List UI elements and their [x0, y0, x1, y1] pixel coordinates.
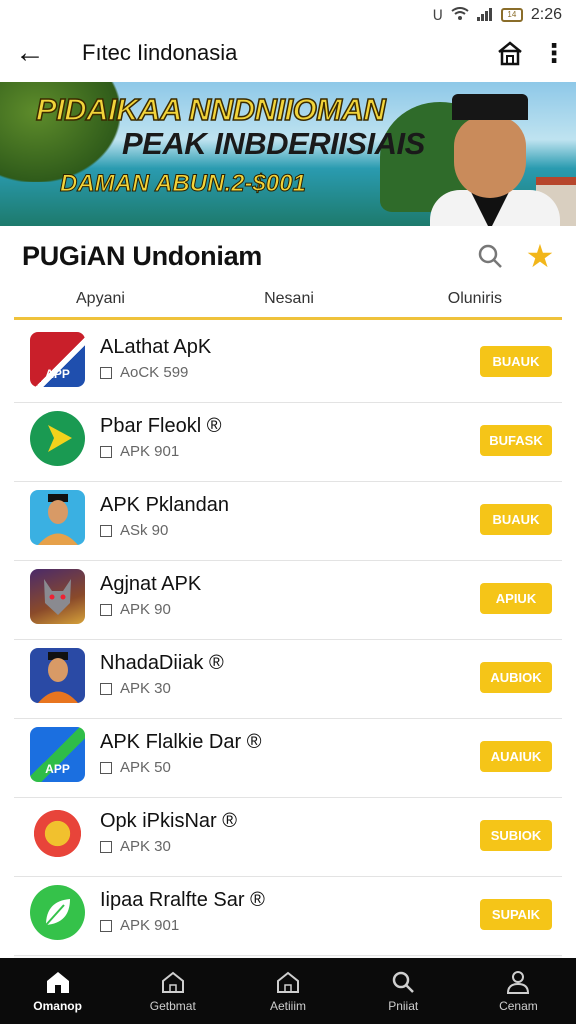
download-button[interactable]: SUBIOK	[480, 820, 552, 851]
banner-headline-1: PIDAIKAA NNDNIIOMAN	[35, 91, 386, 128]
home-icon	[46, 972, 69, 993]
nav-label: Pniiat	[388, 999, 419, 1013]
list-item[interactable]: Opk iPkisNar ® APK 30 SUBIOK	[14, 798, 562, 877]
checkbox-icon[interactable]	[100, 919, 112, 932]
app-name: APK Pklandan	[100, 494, 229, 516]
download-button[interactable]: APIUK	[480, 583, 552, 614]
nav-label: Getbmat	[149, 999, 196, 1013]
section-title: PUGiAN Undoniam	[22, 240, 263, 271]
app-meta: APK 50	[100, 759, 171, 776]
app-meta: ASk 90	[100, 522, 168, 539]
checkbox-icon[interactable]	[100, 840, 112, 853]
wifi-icon	[451, 6, 469, 24]
wolf-icon	[30, 569, 85, 624]
nav-pniiat[interactable]: Pniiat	[346, 958, 461, 1024]
banner-person-portrait	[430, 94, 560, 226]
tab-nesani[interactable]: Nesani	[218, 286, 360, 317]
profile-icon	[507, 971, 530, 994]
download-button[interactable]: BUAUK	[480, 504, 552, 535]
download-button[interactable]: AUAIUK	[480, 741, 552, 772]
home-icon	[498, 41, 522, 66]
arrow-left-icon: ←	[15, 36, 45, 69]
download-button[interactable]: SUPAIK	[480, 899, 552, 930]
app-name: Agjnat APK	[100, 573, 202, 595]
search-icon	[478, 244, 502, 268]
nav-label: Cenam	[499, 999, 538, 1013]
app-name: Opk iPkisNar ®	[100, 810, 237, 832]
app-meta: APK 90	[100, 601, 171, 618]
list-item[interactable]: NhadaDiiak ® APK 30 AUBIOK	[14, 640, 562, 719]
nav-label: Aetiiim	[270, 999, 307, 1013]
banner-headline-2: PEAK INBDERIISIAIS	[122, 126, 425, 161]
man-portrait-icon	[30, 490, 85, 545]
tab-bar: Apyani Nesani Oluniris	[14, 286, 562, 320]
checkbox-icon[interactable]	[100, 445, 112, 458]
download-button[interactable]: BUFASK	[480, 425, 552, 456]
list-item[interactable]: APP APK Flalkie Dar ® APK 50 AUAIUK	[14, 719, 562, 798]
download-button[interactable]: BUAUK	[480, 346, 552, 377]
app-name: APK Flalkie Dar ®	[100, 731, 262, 753]
home-outline-icon	[161, 971, 184, 993]
checkbox-icon[interactable]	[100, 603, 112, 616]
app-title: Fıtec Iindonasia	[82, 40, 238, 65]
status-time: 2:26	[530, 6, 562, 23]
app-name: NhadaDiiak ®	[100, 652, 224, 674]
nav-aetiiim[interactable]: Aetiiim	[230, 958, 345, 1024]
nav-omanop[interactable]: Omanop	[0, 958, 115, 1024]
back-button[interactable]: ←	[0, 30, 60, 76]
signal-icon	[476, 7, 493, 24]
home-outline-icon	[277, 971, 299, 993]
list-item[interactable]: APP ALathat ApK AoCK 599 BUAUK	[14, 324, 562, 403]
leaf-icon	[30, 885, 85, 940]
app-name: Pbar Fleokl ®	[100, 415, 222, 437]
app-list: APP ALathat ApK AoCK 599 BUAUK Pbar Fleo…	[14, 324, 562, 958]
nav-getbmat[interactable]: Getbmat	[115, 958, 230, 1024]
tab-oluniris[interactable]: Oluniris	[360, 286, 562, 317]
app-bar: ← Fıtec Iindonasia ⋮	[0, 30, 576, 76]
search-icon	[392, 971, 415, 993]
nav-label: Omanop	[33, 999, 82, 1013]
checkbox-icon[interactable]	[100, 524, 112, 537]
more-options-button[interactable]: ⋮	[532, 30, 576, 76]
app-icon-blue-green: APP	[30, 727, 85, 782]
more-vertical-icon: ⋮	[541, 37, 567, 68]
list-item[interactable]: Agjnat APK APK 90 APIUK	[14, 561, 562, 640]
app-meta: APK 901	[100, 917, 179, 934]
app-icon-red-blue: APP	[30, 332, 85, 387]
search-button[interactable]	[468, 234, 512, 278]
checkbox-icon[interactable]	[100, 366, 112, 379]
star-icon: ★	[525, 238, 555, 274]
app-name: ALathat ApK	[100, 336, 212, 358]
colorful-logo-icon	[30, 806, 85, 861]
banner-headline-3: DAMAN ABUN.2-$001	[60, 170, 307, 198]
checkbox-icon[interactable]	[100, 761, 112, 774]
app-name: Iipaa Rralfte Sar ®	[100, 889, 265, 911]
app-meta: APK 30	[100, 680, 171, 697]
home-button[interactable]	[488, 30, 532, 76]
app-meta: APK 901	[100, 443, 179, 460]
nav-cenam[interactable]: Cenam	[461, 958, 576, 1024]
favorite-button[interactable]: ★	[518, 234, 562, 278]
man-portrait-icon	[30, 648, 85, 703]
status-bar: ᑌ 14 2:26	[0, 0, 576, 30]
promo-banner[interactable]: PIDAIKAA NNDNIIOMAN PEAK INBDERIISIAIS D…	[0, 82, 576, 226]
vibrate-icon: ᑌ	[432, 6, 443, 23]
tab-apyani[interactable]: Apyani	[14, 286, 218, 317]
list-item[interactable]: Pbar Fleokl ® APK 901 BUFASK	[14, 403, 562, 482]
battery-icon: 14	[500, 8, 523, 22]
app-meta: APK 30	[100, 838, 171, 855]
play-arrow-icon	[30, 411, 85, 466]
section-header: PUGiAN Undoniam ★	[0, 226, 576, 286]
checkbox-icon[interactable]	[100, 682, 112, 695]
list-item[interactable]: Iipaa Rralfte Sar ® APK 901 SUPAIK	[14, 877, 562, 956]
bottom-navigation: Omanop Getbmat Aetiiim Pniiat Cenam	[0, 958, 576, 1024]
download-button[interactable]: AUBIOK	[480, 662, 552, 693]
list-item[interactable]: APK Pklandan ASk 90 BUAUK	[14, 482, 562, 561]
app-meta: AoCK 599	[100, 364, 188, 381]
